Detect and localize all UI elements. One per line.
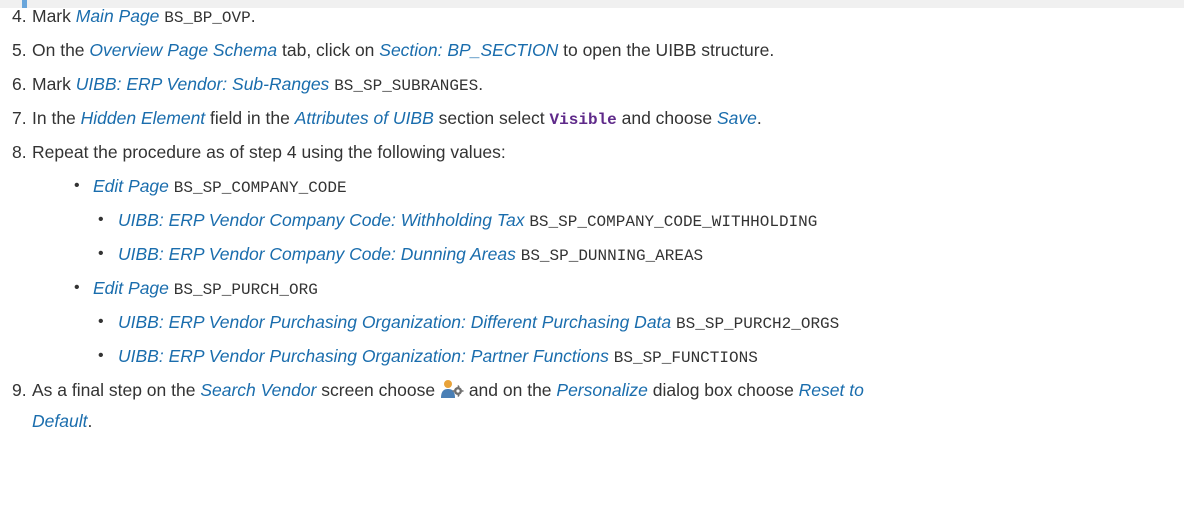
step-number: 4. (12, 6, 27, 26)
text-run: On the (32, 40, 90, 60)
ui-term: Main Page (75, 6, 160, 26)
text-run: tab, click on (277, 40, 380, 60)
ui-term: Section: BP_SECTION (379, 40, 559, 60)
text-run: screen choose (316, 380, 440, 400)
bullet-marker: • (98, 245, 104, 262)
ui-term: Search Vendor (200, 380, 317, 400)
ui-term: UIBB: ERP Vendor Purchasing Organization… (118, 346, 609, 366)
bullet-text: UIBB: ERP Vendor Company Code: Withholdi… (118, 208, 817, 234)
personalize-icon (440, 379, 464, 399)
step-text: Mark Main Page BS_BP_OVP. (32, 4, 256, 30)
text-run: . (250, 6, 256, 26)
ui-term: UIBB: ERP Vendor Company Code: Withholdi… (118, 210, 525, 230)
text-run: Repeat the procedure as of step 4 using … (32, 142, 506, 162)
text-run: . (478, 74, 484, 94)
text-run: and choose (616, 108, 717, 128)
step-text: Default. (32, 409, 92, 433)
technical-id: BS_SP_SUBRANGES (334, 77, 479, 95)
step-text: In the Hidden Element field in the Attri… (32, 106, 762, 132)
ui-term: Default (32, 411, 88, 431)
text-run: and on the (463, 380, 557, 400)
text-run: . (756, 108, 762, 128)
step-text: Mark UIBB: ERP Vendor: Sub-Ranges BS_SP_… (32, 72, 483, 98)
ui-term: UIBB: ERP Vendor Purchasing Organization… (118, 312, 672, 332)
step-number: 9. (12, 380, 27, 400)
ui-term: Edit Page (93, 278, 169, 298)
technical-id: BS_SP_DUNNING_AREAS (520, 247, 704, 265)
text-run: As a final step on the (32, 380, 201, 400)
keyword-value: Visible (549, 111, 617, 129)
text-run: to open the UIBB structure. (558, 40, 775, 60)
step-text: Repeat the procedure as of step 4 using … (32, 140, 506, 164)
bullet-marker: • (74, 279, 80, 296)
step-number: 8. (12, 142, 27, 162)
technical-id: BS_SP_PURCH2_ORGS (676, 315, 840, 333)
bullet-marker: • (74, 177, 80, 194)
text-run: field in the (205, 108, 295, 128)
bullet-text: UIBB: ERP Vendor Purchasing Organization… (118, 344, 758, 370)
ui-term: Hidden Element (80, 108, 206, 128)
step-number: 6. (12, 74, 27, 94)
ui-term: Overview Page Schema (89, 40, 278, 60)
bullet-marker: • (98, 313, 104, 330)
ui-term: Personalize (556, 380, 648, 400)
ui-term: UIBB: ERP Vendor Company Code: Dunning A… (118, 244, 516, 264)
bullet-text: Edit Page BS_SP_PURCH_ORG (93, 276, 318, 302)
bullet-marker: • (98, 211, 104, 228)
ui-term: Edit Page (93, 176, 169, 196)
step-number: 5. (12, 40, 27, 60)
text-run: In the (32, 108, 81, 128)
technical-id: BS_SP_FUNCTIONS (613, 349, 758, 367)
text-run: Mark (32, 74, 76, 94)
step-text: On the Overview Page Schema tab, click o… (32, 38, 774, 62)
ui-term: Save (716, 108, 757, 128)
bullet-text: UIBB: ERP Vendor Purchasing Organization… (118, 310, 839, 336)
technical-id: BS_SP_COMPANY_CODE_WITHHOLDING (529, 213, 818, 231)
technical-id: BS_SP_PURCH_ORG (173, 281, 318, 299)
technical-id: BS_SP_COMPANY_CODE (173, 179, 347, 197)
text-run: Mark (32, 6, 76, 26)
text-run: section select (433, 108, 550, 128)
bullet-marker: • (98, 347, 104, 364)
ui-term: Reset to (798, 380, 864, 400)
ui-term: Attributes of UIBB (294, 108, 434, 128)
ui-term: UIBB: ERP Vendor: Sub-Ranges (75, 74, 330, 94)
bullet-text: UIBB: ERP Vendor Company Code: Dunning A… (118, 242, 703, 268)
step-number: 7. (12, 108, 27, 128)
technical-id: BS_BP_OVP (164, 9, 251, 27)
text-run: . (87, 411, 93, 431)
text-run: dialog box choose (647, 380, 799, 400)
bullet-text: Edit Page BS_SP_COMPANY_CODE (93, 174, 347, 200)
step-text: As a final step on the Search Vendor scr… (32, 378, 864, 402)
